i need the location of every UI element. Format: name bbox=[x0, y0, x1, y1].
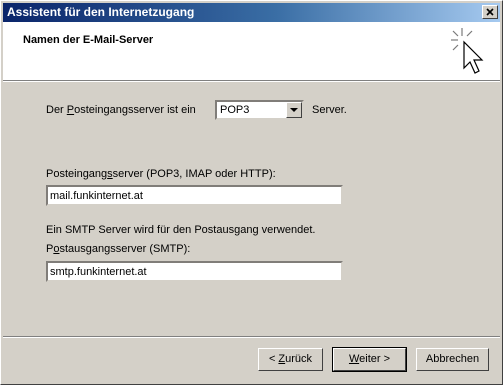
window-title: Assistent für den Internetzugang bbox=[7, 5, 195, 19]
page-title: Namen der E-Mail-Server bbox=[23, 34, 154, 46]
outgoing-server-input[interactable] bbox=[46, 261, 343, 282]
cancel-button[interactable]: Abbrechen bbox=[416, 348, 489, 371]
incoming-server-label: Posteingangsserver (POP3, IMAP oder HTTP… bbox=[46, 168, 276, 180]
footer-separator bbox=[3, 336, 500, 338]
outgoing-server-label: Postausgangsserver (SMTP): bbox=[46, 243, 191, 255]
selected-server-type: POP3 bbox=[220, 104, 250, 116]
smtp-info-text: Ein SMTP Server wird für den Postausgang… bbox=[46, 224, 316, 236]
title-bar[interactable]: Assistent für den Internetzugang bbox=[3, 3, 500, 22]
wizard-sparkle-cursor-icon bbox=[451, 28, 484, 74]
wizard-window: Assistent für den Internetzugang Namen d… bbox=[0, 0, 503, 385]
chevron-down-icon[interactable] bbox=[286, 102, 302, 118]
server-suffix-label: Server. bbox=[312, 104, 347, 116]
wizard-header: Namen der E-Mail-Server bbox=[3, 22, 500, 80]
next-button[interactable]: Weiter > bbox=[332, 347, 407, 372]
close-icon bbox=[486, 8, 494, 16]
incoming-server-input[interactable] bbox=[46, 185, 343, 206]
back-button[interactable]: < Zurück bbox=[258, 348, 323, 371]
close-button[interactable] bbox=[482, 5, 498, 19]
header-separator bbox=[3, 80, 500, 82]
incoming-type-label: Der Posteingangsserver ist ein bbox=[46, 104, 196, 116]
incoming-server-type-select[interactable]: POP3 bbox=[215, 100, 304, 120]
